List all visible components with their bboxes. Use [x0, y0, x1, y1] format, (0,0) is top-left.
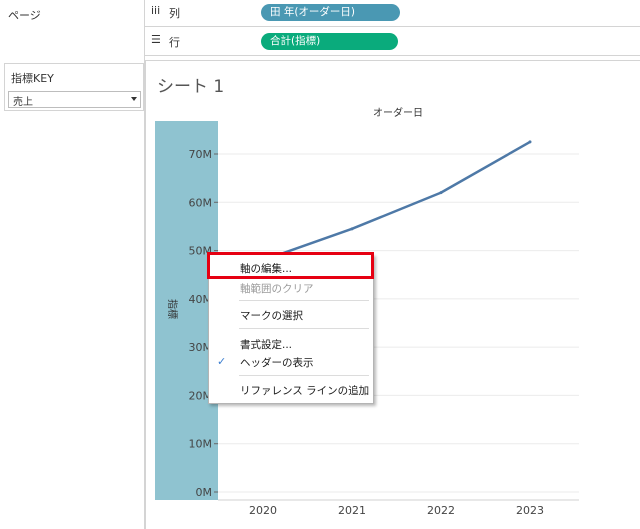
menu-separator	[239, 300, 369, 301]
x-tick-label: 2021	[338, 504, 366, 517]
y-tick-label: 60M	[189, 196, 213, 209]
pages-label: ページ	[8, 9, 41, 22]
filter-title: 指標KEY	[11, 72, 54, 85]
menu-item-clear-axis-range: 軸範囲のクリア	[209, 279, 373, 297]
filter-value: 売上	[13, 97, 33, 108]
data-point[interactable]	[528, 140, 532, 144]
rows-icon: ☰	[151, 33, 161, 46]
chevron-down-icon[interactable]	[131, 97, 137, 101]
series-line[interactable]	[262, 140, 531, 262]
menu-item-add-reference-line[interactable]: リファレンス ラインの追加	[209, 381, 373, 399]
menu-item-format[interactable]: 書式設定...	[209, 335, 373, 353]
columns-shelf[interactable]: iii 列 田 年(オーダー日)	[145, 0, 640, 27]
columns-label: 列	[169, 7, 180, 20]
menu-separator	[239, 375, 369, 376]
pages-pane[interactable]: ページ	[0, 0, 145, 59]
y-axis-title: 指標	[166, 299, 179, 319]
series	[261, 140, 532, 262]
menu-item-select-marks[interactable]: マークの選択	[209, 306, 373, 324]
x-tick-label: 2023	[516, 504, 544, 517]
columns-pill[interactable]: 田 年(オーダー日)	[261, 4, 400, 21]
menu-item-label: 軸範囲のクリア	[240, 283, 314, 295]
y-tick-label: 10M	[189, 438, 213, 451]
menu-item-label: 書式設定...	[240, 339, 293, 351]
menu-item-label: ヘッダーの表示	[240, 357, 314, 369]
rows-label: 行	[169, 36, 180, 49]
y-tick-label: 0M	[196, 486, 213, 499]
data-point[interactable]	[439, 191, 443, 195]
y-tick-label: 70M	[189, 148, 213, 161]
filter-dropdown[interactable]: 売上	[8, 91, 141, 108]
columns-icon: iii	[151, 4, 161, 17]
chart-title: オーダー日	[373, 106, 423, 119]
menu-item-label: リファレンス ラインの追加	[240, 385, 370, 397]
filter-pane: 指標KEY 売上	[0, 58, 145, 529]
x-tick-label: 2022	[427, 504, 455, 517]
rows-pill[interactable]: 合計(指標)	[261, 33, 398, 50]
menu-item-label: マークの選択	[240, 310, 303, 322]
highlight-annotation	[207, 252, 374, 279]
x-tick-label: 2020	[249, 504, 277, 517]
x-axis[interactable]: 2020 2021 2022 2023	[249, 504, 544, 517]
menu-separator	[239, 328, 369, 329]
rows-shelf[interactable]: ☰ 行 合計(指標)	[145, 29, 640, 56]
filter-card: 指標KEY 売上	[4, 63, 144, 111]
check-icon: ✓	[217, 355, 227, 368]
data-point[interactable]	[350, 227, 354, 231]
menu-item-show-header[interactable]: ✓ ヘッダーの表示	[209, 353, 373, 371]
